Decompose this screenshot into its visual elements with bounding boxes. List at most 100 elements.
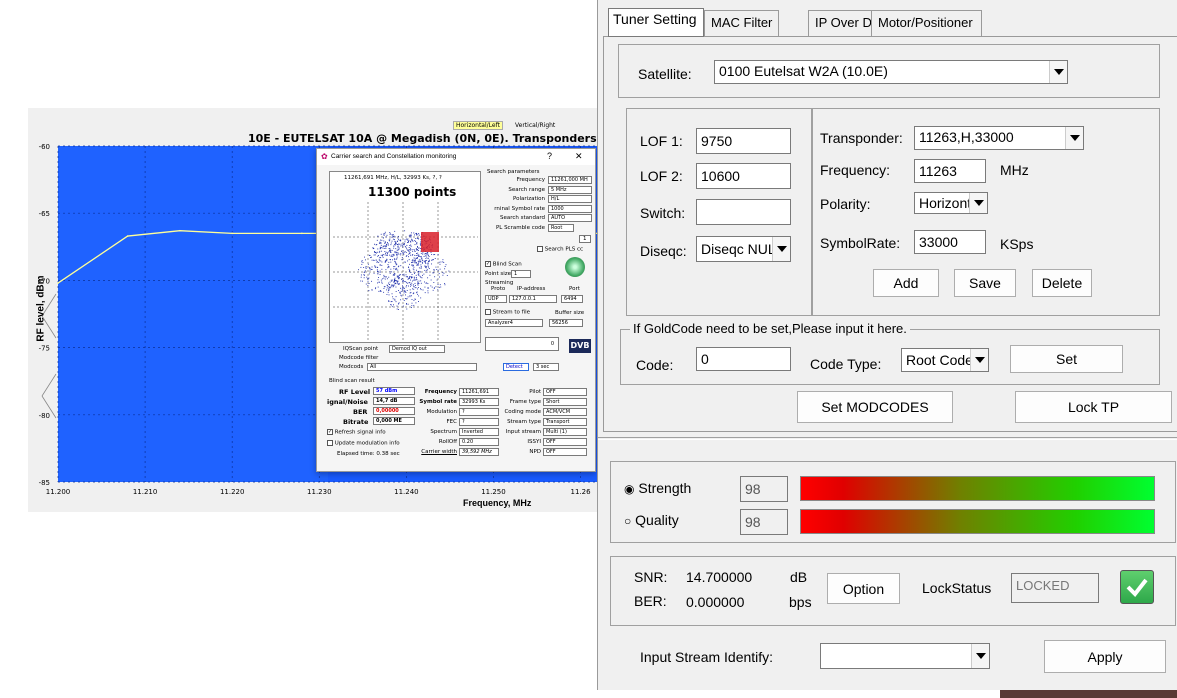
param-value[interactable]: 5 MHz — [548, 185, 592, 194]
apply-button[interactable]: Apply — [1044, 640, 1166, 673]
modulation-value[interactable]: ? — [459, 418, 499, 426]
iq-point — [410, 245, 412, 247]
iq-point — [416, 243, 418, 245]
iq-point — [411, 264, 413, 266]
frame-value[interactable]: ACM/VCM — [543, 408, 587, 416]
frame-label: ISSYI — [527, 439, 541, 445]
modulation-value[interactable]: 0.20 — [459, 438, 499, 446]
param-value[interactable]: H/L — [548, 195, 592, 203]
proto-select[interactable]: UDP — [485, 295, 507, 303]
iq-point — [407, 238, 409, 240]
polarity-select[interactable]: Horizont — [914, 192, 988, 214]
iq-point — [391, 300, 393, 302]
modulation-value[interactable]: Inverted — [459, 428, 499, 436]
iq-scan-select[interactable]: Demod IQ out — [389, 345, 445, 353]
modcods-select[interactable]: All — [367, 363, 477, 371]
stream-to-file-checkbox[interactable]: Stream to file — [485, 309, 530, 316]
iq-point — [406, 244, 408, 246]
tab-tuner-setting[interactable]: Tuner Setting — [608, 8, 704, 37]
iq-point — [395, 296, 397, 298]
iq-point — [410, 295, 412, 297]
strength-radio[interactable]: ◉ Strength — [624, 480, 691, 496]
iq-point — [371, 268, 373, 270]
satellite-select[interactable]: 0100 Eutelsat W2A (10.0E) — [714, 60, 1068, 84]
frame-value[interactable]: OFF — [543, 448, 587, 456]
iq-point — [410, 235, 412, 237]
diseqc-select[interactable]: Diseqc NUL — [696, 236, 791, 262]
lock-tp-button[interactable]: Lock TP — [1015, 391, 1172, 423]
iq-point — [386, 284, 388, 286]
symbolrate-input[interactable]: 33000 — [914, 230, 986, 254]
close-button[interactable]: ✕ — [575, 151, 583, 162]
delete-button[interactable]: Delete — [1032, 269, 1092, 297]
switch-input[interactable] — [696, 199, 791, 225]
analyzer-select[interactable]: Analyzer4 — [485, 319, 543, 327]
update-mod-checkbox[interactable]: Update modulation info — [327, 440, 400, 447]
frame-value[interactable]: OFF — [543, 388, 587, 396]
frame-value[interactable]: OFF — [543, 438, 587, 446]
blind-scan-checkbox[interactable]: ✓ Blind Scan — [485, 261, 522, 268]
modulation-value[interactable]: ? — [459, 408, 499, 416]
ber-label: BER — [353, 408, 368, 416]
iq-point — [417, 282, 419, 284]
transponder-select[interactable]: 11263,H,33000 — [914, 126, 1084, 150]
frequency-input[interactable]: 11263 — [914, 159, 986, 183]
iq-point — [382, 254, 384, 256]
iq-point — [409, 270, 411, 272]
iq-point — [405, 238, 407, 240]
quality-radio[interactable]: ○ Quality — [624, 512, 679, 528]
iq-point — [386, 254, 388, 256]
modulation-value[interactable]: 39,592 MHz — [459, 448, 499, 456]
param-value[interactable]: Root — [548, 223, 574, 232]
frame-value[interactable]: Short — [543, 398, 587, 406]
frame-value[interactable]: Transport — [543, 418, 587, 426]
param-value[interactable]: 11261,000 MH — [548, 176, 592, 184]
search-pls-checkbox[interactable]: Search PLS cc — [537, 246, 583, 253]
iq-point — [388, 261, 390, 263]
iq-point — [405, 252, 407, 253]
series-point — [57, 282, 59, 284]
lof1-input[interactable]: 9750 — [696, 128, 791, 154]
iq-point — [398, 253, 400, 255]
point-size-spinner[interactable]: 1 — [511, 270, 531, 278]
add-button[interactable]: Add — [873, 269, 939, 297]
iq-point — [420, 271, 422, 273]
set-modcodes-button[interactable]: Set MODCODES — [797, 391, 953, 423]
iq-point — [410, 277, 412, 279]
tab-mac-filter[interactable]: MAC Filter — [704, 10, 780, 36]
isi-select[interactable] — [820, 643, 990, 669]
iq-point — [435, 286, 437, 288]
iq-point — [387, 244, 389, 246]
iq-point — [369, 269, 371, 271]
help-button[interactable]: ? — [547, 151, 552, 161]
code-type-select[interactable]: Root Code — [901, 348, 989, 372]
iq-point — [431, 263, 432, 265]
iq-point — [420, 248, 422, 249]
refresh-signal-checkbox[interactable]: ✓ Refresh signal info — [327, 429, 386, 436]
param-label: Frequency — [516, 177, 545, 183]
detect-button[interactable]: Detect — [503, 363, 529, 371]
iq-point — [411, 276, 412, 278]
lof2-input[interactable]: 10600 — [696, 163, 791, 189]
code-input[interactable]: 0 — [696, 347, 791, 371]
param-value[interactable]: 1000 — [548, 204, 592, 213]
iq-point — [386, 294, 388, 295]
iq-point — [417, 254, 419, 256]
frame-value[interactable]: Multi (1) — [543, 428, 587, 436]
iq-point — [414, 272, 415, 274]
iq-point — [385, 251, 387, 253]
option-button[interactable]: Option — [827, 573, 900, 604]
iq-point — [429, 274, 431, 276]
set-button[interactable]: Set — [1010, 345, 1123, 373]
ip-input[interactable]: 127.0.0.1 — [509, 295, 557, 303]
param-value[interactable]: AUTO — [548, 214, 592, 222]
port-input[interactable]: 6494 — [561, 295, 583, 303]
save-button[interactable]: Save — [954, 269, 1016, 297]
detect-time-select[interactable]: 3 sec — [533, 363, 559, 371]
tab-motor-positioner[interactable]: Motor/Positioner — [871, 10, 982, 36]
iq-point — [418, 238, 420, 240]
iq-point — [417, 293, 419, 295]
buffer-input[interactable]: 56256 — [549, 319, 583, 327]
iq-point — [382, 247, 384, 249]
iq-point — [424, 281, 425, 283]
